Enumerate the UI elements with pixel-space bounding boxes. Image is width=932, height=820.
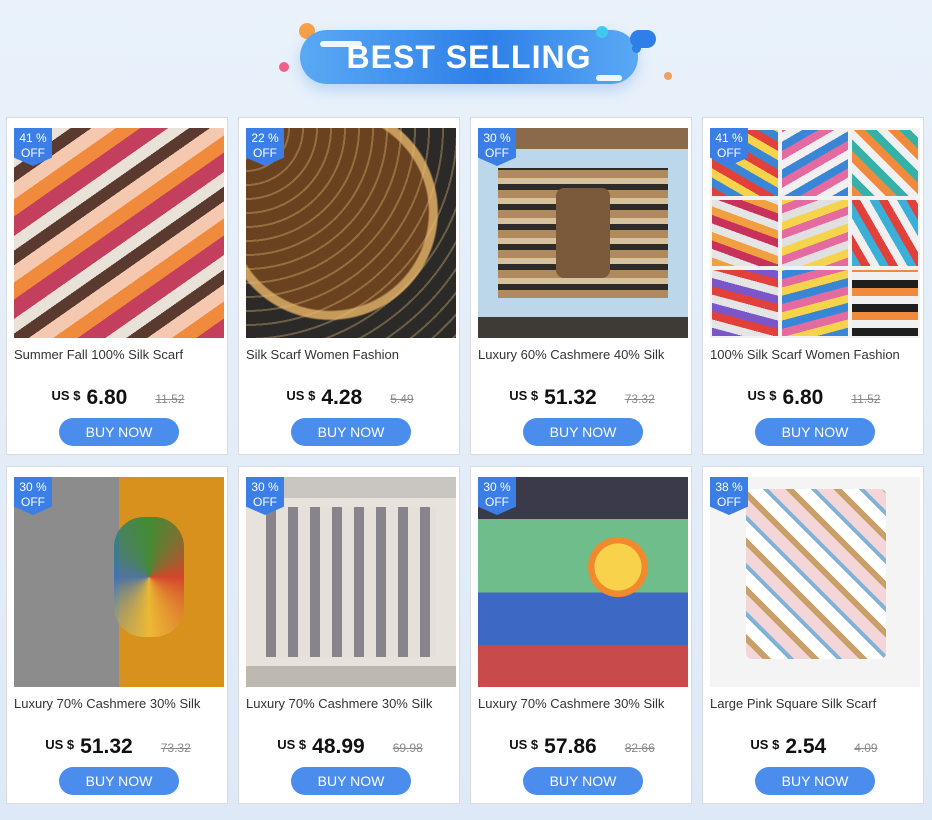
discount-off-label: OFF xyxy=(717,146,741,160)
buy-now-button[interactable]: BUY NOW xyxy=(755,418,875,446)
price-row: US $ 48.99 69.98 xyxy=(239,735,461,759)
price-row: US $ 51.32 73.32 xyxy=(7,735,229,759)
discount-off-label: OFF xyxy=(253,146,277,160)
price-row: US $ 6.80 11.52 xyxy=(7,386,229,410)
product-title[interactable]: Luxury 70% Cashmere 30% Silk xyxy=(246,696,456,711)
decor-dot xyxy=(632,44,641,53)
original-price: 69.98 xyxy=(392,741,423,755)
best-selling-banner: BEST SELLING xyxy=(0,18,932,98)
currency-label: US $ xyxy=(750,737,780,752)
buy-now-button[interactable]: BUY NOW xyxy=(59,418,179,446)
discount-percent: 41 % xyxy=(19,131,47,145)
banner-title: BEST SELLING xyxy=(346,39,592,75)
product-card[interactable]: 30 % OFF Luxury 70% Cashmere 30% Silk US… xyxy=(6,466,228,804)
product-card[interactable]: 30 % OFF Luxury 70% Cashmere 30% Silk US… xyxy=(470,466,692,804)
currency-label: US $ xyxy=(286,388,316,403)
price-row: US $ 4.28 5.49 xyxy=(239,386,461,410)
discount-percent: 30 % xyxy=(251,480,279,494)
decor-dot xyxy=(279,62,289,72)
product-title[interactable]: 100% Silk Scarf Women Fashion xyxy=(710,347,920,362)
discount-off-label: OFF xyxy=(21,495,45,509)
product-title[interactable]: Luxury 70% Cashmere 30% Silk xyxy=(14,696,224,711)
discount-percent: 30 % xyxy=(483,480,511,494)
original-price: 82.66 xyxy=(624,741,655,755)
product-card[interactable]: 41 % OFF Summer Fall 100% Silk Scarf US … xyxy=(6,117,228,455)
discount-off-label: OFF xyxy=(485,495,509,509)
price-row: US $ 57.86 82.66 xyxy=(471,735,693,759)
decor-dot xyxy=(596,26,608,38)
currency-label: US $ xyxy=(51,388,81,403)
product-card[interactable]: 38 % OFF Large Pink Square Silk Scarf US… xyxy=(702,466,924,804)
discount-off-label: OFF xyxy=(21,146,45,160)
original-price: 11.52 xyxy=(851,392,881,406)
product-title[interactable]: Silk Scarf Women Fashion xyxy=(246,347,456,362)
original-price: 11.52 xyxy=(155,392,185,406)
discount-off-label: OFF xyxy=(485,146,509,160)
original-price: 73.32 xyxy=(624,392,655,406)
discount-off-label: OFF xyxy=(253,495,277,509)
buy-now-button[interactable]: BUY NOW xyxy=(523,767,643,795)
sale-price: 51.32 xyxy=(80,735,133,758)
product-title[interactable]: Luxury 60% Cashmere 40% Silk xyxy=(478,347,688,362)
buy-now-button[interactable]: BUY NOW xyxy=(291,767,411,795)
product-card[interactable]: 41 % OFF 100% Silk Scarf Women Fashion U… xyxy=(702,117,924,455)
discount-percent: 30 % xyxy=(483,131,511,145)
price-row: US $ 2.54 4.09 xyxy=(703,735,925,759)
discount-percent: 38 % xyxy=(715,480,743,494)
original-price: 4.09 xyxy=(854,741,878,755)
product-title[interactable]: Large Pink Square Silk Scarf xyxy=(710,696,920,711)
price-row: US $ 6.80 11.52 xyxy=(703,386,925,410)
price-row: US $ 51.32 73.32 xyxy=(471,386,693,410)
sale-price: 2.54 xyxy=(785,735,827,758)
product-title[interactable]: Summer Fall 100% Silk Scarf xyxy=(14,347,224,362)
discount-percent: 22 % xyxy=(251,131,279,145)
sale-price: 48.99 xyxy=(312,735,365,758)
discount-percent: 30 % xyxy=(19,480,47,494)
currency-label: US $ xyxy=(277,737,307,752)
discount-off-label: OFF xyxy=(717,495,741,509)
product-card[interactable]: 22 % OFF Silk Scarf Women Fashion US $ 4.… xyxy=(238,117,460,455)
sale-price: 4.28 xyxy=(321,386,363,409)
buy-now-button[interactable]: BUY NOW xyxy=(755,767,875,795)
product-card[interactable]: 30 % OFF Luxury 70% Cashmere 30% Silk US… xyxy=(238,466,460,804)
currency-label: US $ xyxy=(747,388,777,403)
currency-label: US $ xyxy=(509,737,539,752)
sale-price: 57.86 xyxy=(544,735,597,758)
discount-percent: 41 % xyxy=(715,131,743,145)
product-card[interactable]: 30 % OFF Luxury 60% Cashmere 40% Silk US… xyxy=(470,117,692,455)
sale-price: 6.80 xyxy=(782,386,824,409)
buy-now-button[interactable]: BUY NOW xyxy=(291,418,411,446)
buy-now-button[interactable]: BUY NOW xyxy=(523,418,643,446)
buy-now-button[interactable]: BUY NOW xyxy=(59,767,179,795)
sale-price: 6.80 xyxy=(86,386,128,409)
decor-dot xyxy=(664,72,672,80)
sale-price: 51.32 xyxy=(544,386,597,409)
original-price: 73.32 xyxy=(160,741,191,755)
currency-label: US $ xyxy=(509,388,539,403)
currency-label: US $ xyxy=(45,737,75,752)
product-title[interactable]: Luxury 70% Cashmere 30% Silk xyxy=(478,696,688,711)
original-price: 5.49 xyxy=(390,392,414,406)
